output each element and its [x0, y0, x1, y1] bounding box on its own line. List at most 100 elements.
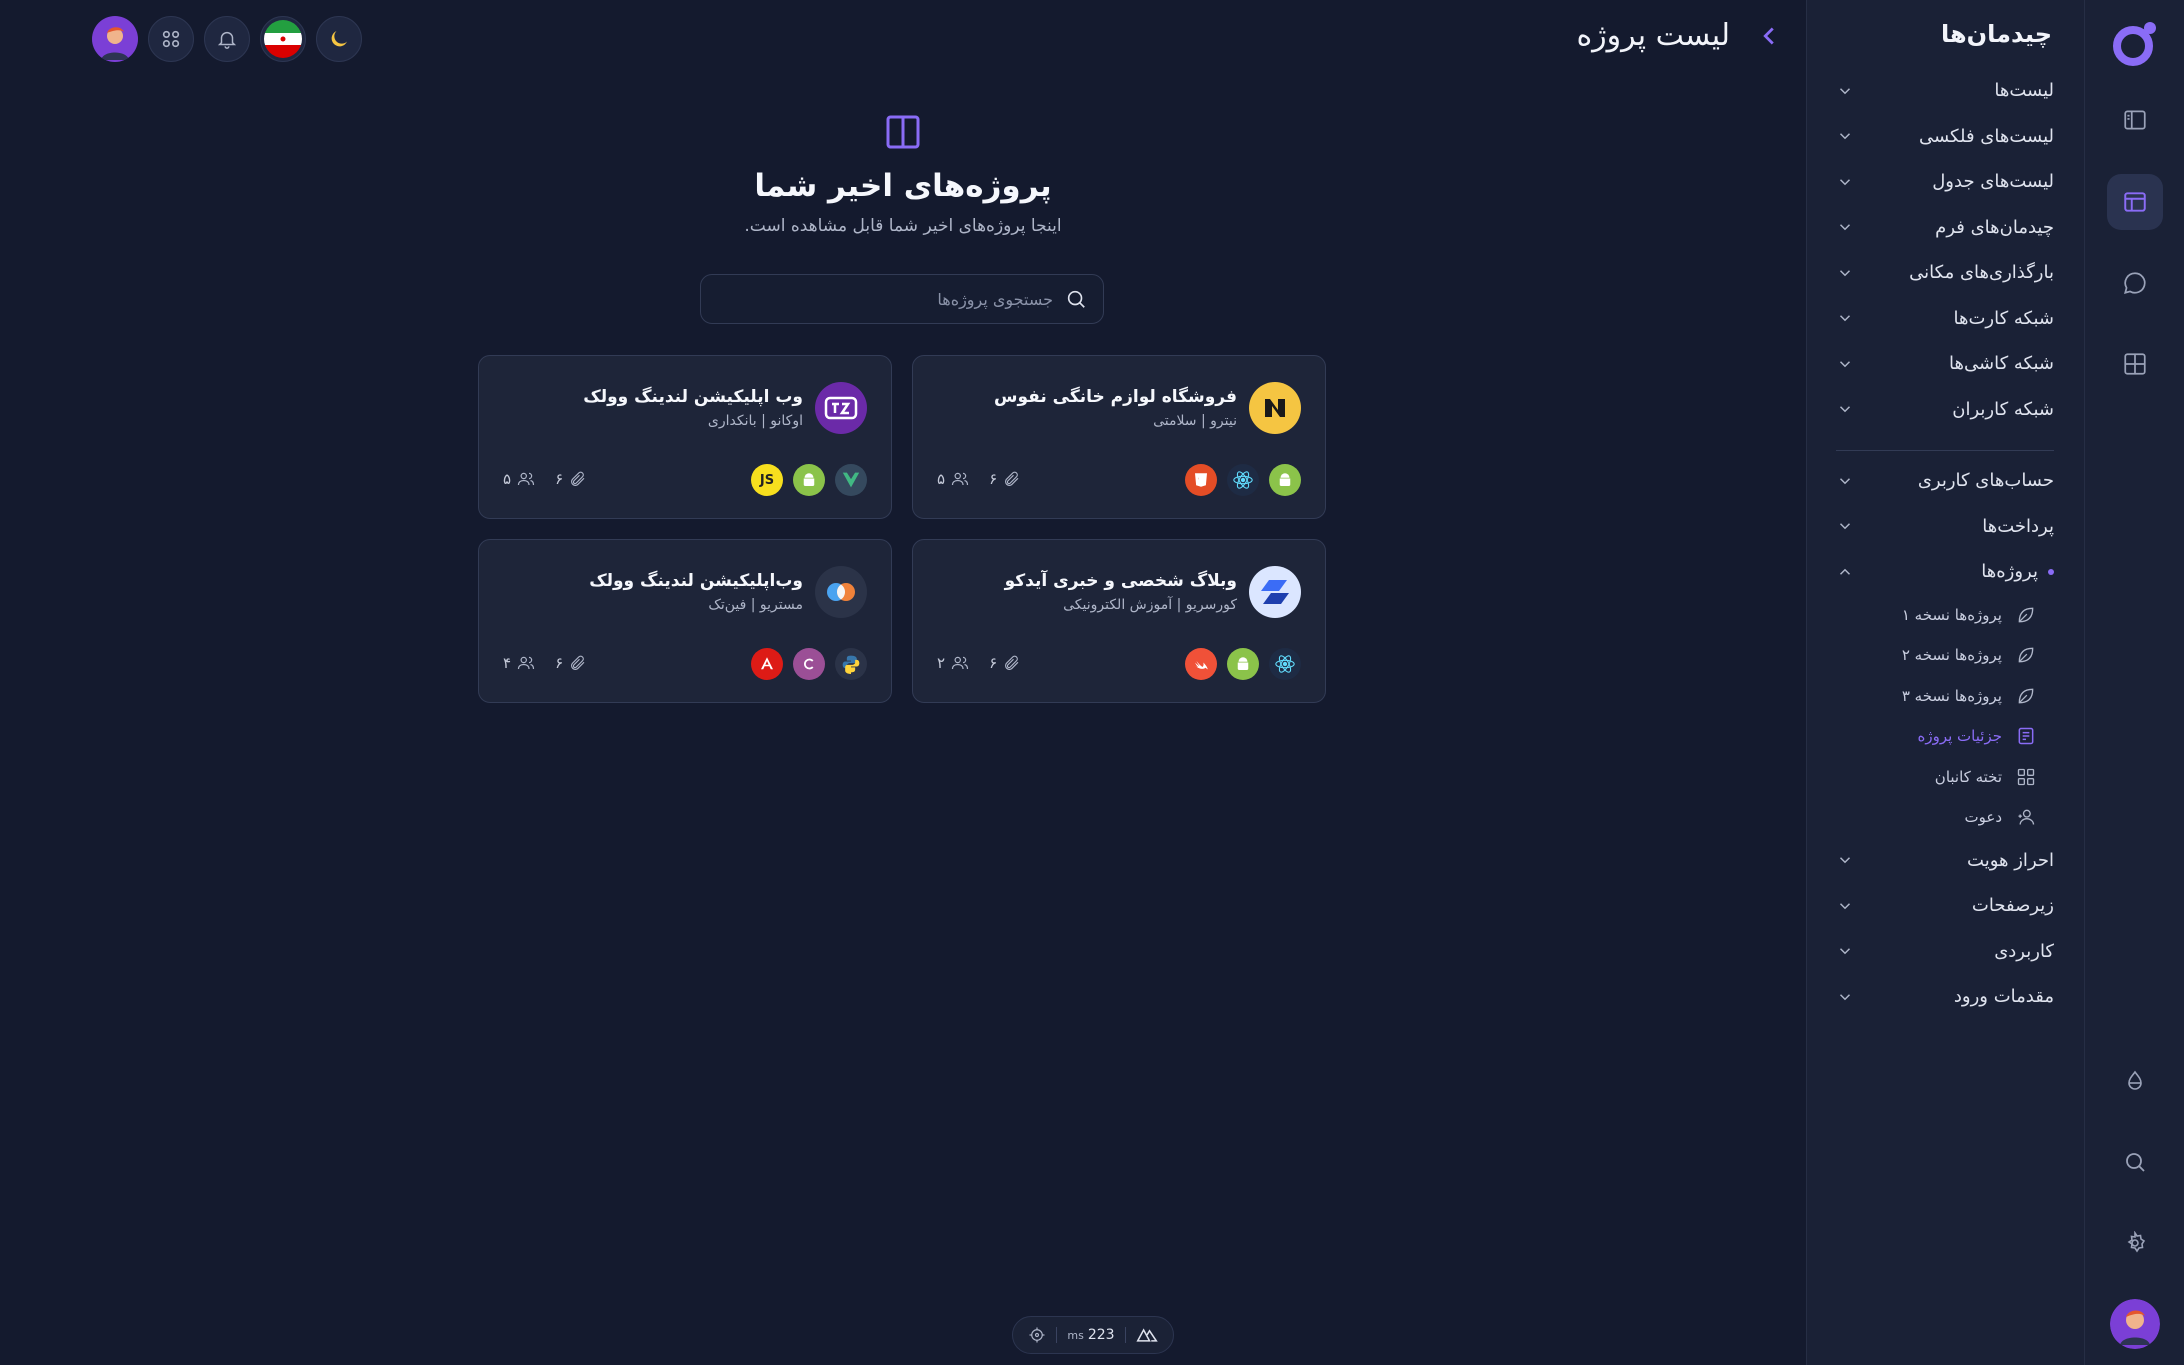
theme-drop-icon[interactable] [2107, 1053, 2163, 1109]
sidebar-subitem-project-details[interactable]: جزئیات پروژه [1836, 716, 2054, 757]
sidebar-subitem-label: دعوت [1964, 808, 2003, 827]
sidebar-toggle-icon[interactable] [2107, 92, 2163, 148]
card-text: وبلاگ شخصی و خبری آیدکو کورسریو | آموزش … [1005, 571, 1237, 613]
csharp-icon [793, 648, 825, 680]
dev-toolbar[interactable]: ms 223 [1012, 1316, 1174, 1354]
chevron-down-icon [1839, 360, 1851, 368]
sidebar-item-subpages[interactable]: زیرصفحات [1836, 883, 2054, 929]
project-meta: کورسریو | آموزش الکترونیکی [1063, 597, 1237, 613]
card-stats: ۵ ۶ [937, 470, 1021, 488]
sidebar-item-accounts[interactable]: حساب‌های کاربری [1836, 458, 2054, 504]
icon-rail [2084, 0, 2184, 1365]
notifications-button[interactable] [204, 16, 250, 62]
iran-flag-icon [264, 20, 302, 58]
members-stat: ۵ [937, 470, 969, 488]
sidebar-item-payments[interactable]: پرداخت‌ها [1836, 504, 2054, 550]
layouts-sidebar: چیدمان‌ها لیست‌ها لیست‌های فلکسی لیست‌ها… [1806, 0, 2084, 1365]
apps-button[interactable] [148, 16, 194, 62]
project-card[interactable]: فروشگاه لوازم خانگی نفوس نیترو | سلامتی … [912, 355, 1326, 519]
card-header: وب‌اپلیکیشن لندینگ وولک مستریو | فین‌تک [589, 566, 867, 618]
chevron-down-icon [1839, 269, 1851, 277]
sidebar-subitem-label: تخته کانبان [1934, 767, 2002, 786]
sidebar-item-user-grid[interactable]: شبکه کاربران [1836, 387, 2054, 433]
sidebar-item-label: لیست‌های جدول [1932, 171, 2054, 193]
project-card[interactable]: وب اپلیکیشن لندینگ وولک اوکانو | بانکدار… [478, 355, 892, 519]
sidebar-item-auth[interactable]: احراز هویت [1836, 838, 2054, 884]
sidebar-item-projects-wrap: پروژه‌ها [1981, 561, 2054, 582]
sidebar-item-placeloads[interactable]: بارگذاری‌های مکانی [1836, 250, 2054, 296]
sidebar-item-table-lists[interactable]: لیست‌های جدول [1836, 159, 2054, 205]
sidebar-subitem-projects-v2[interactable]: پروژه‌ها نسخه ۲ [1836, 635, 2054, 676]
sidebar-item-label: مقدمات ورود [1953, 986, 2054, 1008]
chevron-down-icon [1839, 133, 1851, 140]
sidebar-subitem-projects-v3[interactable]: پروژه‌ها نسخه ۳ [1836, 676, 2054, 717]
layouts-icon[interactable] [2106, 174, 2163, 230]
members-stat: ۴ [503, 654, 535, 672]
sidebar-item-onboarding[interactable]: مقدمات ورود [1836, 974, 2054, 1020]
sidebar-item-utility[interactable]: کاربردی [1836, 929, 2054, 975]
chevron-right-icon[interactable] [1754, 21, 1784, 51]
paperclip-icon [571, 471, 585, 486]
theme-toggle-button[interactable] [316, 16, 362, 62]
leaf-icon [2018, 647, 2034, 663]
divider [1124, 1327, 1126, 1343]
chevron-down-icon [1839, 87, 1851, 95]
page-header: لیست پروژه [1576, 18, 1784, 53]
tech-stack [751, 648, 867, 680]
sidebar-title: چیدمان‌ها [1941, 20, 2052, 48]
paperclip-icon [1005, 655, 1019, 670]
sidebar-subitem-label: پروژه‌ها نسخه ۳ [1901, 686, 2002, 705]
page-title: لیست پروژه [1576, 18, 1730, 53]
files-stat: ۶ [555, 470, 587, 488]
project-card[interactable]: وبلاگ شخصی و خبری آیدکو کورسریو | آموزش … [912, 539, 1326, 703]
members-count: ۵ [503, 470, 512, 488]
moon-icon [331, 31, 347, 47]
sidebar-item-projects[interactable]: پروژه‌ها [1836, 549, 2054, 595]
render-time-unit: ms [1067, 1329, 1084, 1342]
react-icon [1227, 464, 1259, 496]
hero-title: پروژه‌های اخیر شما [754, 168, 1052, 204]
search-icon [1067, 290, 1085, 308]
settings-gear-icon[interactable] [2107, 1215, 2163, 1271]
sidebar-subitem-kanban[interactable]: تخته کانبان [1836, 757, 2054, 798]
app-logo-icon[interactable] [2109, 18, 2161, 70]
chevron-down-icon [1839, 523, 1851, 530]
sidebar-item-label: کاربردی [1994, 940, 2054, 962]
search-input[interactable] [717, 289, 1053, 309]
nuxt-logo-icon[interactable] [1136, 1327, 1158, 1343]
sidebar-item-flex-lists[interactable]: لیست‌های فلکسی [1836, 114, 2054, 160]
android-icon [1269, 464, 1301, 496]
card-text: فروشگاه لوازم خانگی نفوس نیترو | سلامتی [994, 387, 1237, 429]
python-icon [835, 648, 867, 680]
project-name: فروشگاه لوازم خانگی نفوس [993, 387, 1237, 407]
hero-subtitle: اینجا پروژه‌های اخیر شما قابل مشاهده است… [744, 216, 1062, 236]
sidebar-item-label: زیرصفحات [1971, 895, 2054, 917]
project-logo-icon [1249, 382, 1301, 434]
dashboard-grid-icon[interactable] [2107, 336, 2163, 392]
search-icon[interactable] [2107, 1134, 2163, 1190]
chat-icon[interactable] [2107, 255, 2163, 311]
user-avatar[interactable] [2109, 1299, 2160, 1349]
members-stat: ۵ [503, 470, 535, 488]
language-button[interactable] [260, 16, 306, 62]
profile-avatar-button[interactable] [92, 16, 138, 62]
sidebar-bottom-menu: حساب‌های کاربری پرداخت‌ها پروژه‌ها پروژه… [1836, 458, 2054, 1020]
project-name: وبلاگ شخصی و خبری آیدکو [1004, 571, 1237, 591]
sidebar-subitem-projects-v1[interactable]: پروژه‌ها نسخه ۱ [1836, 595, 2054, 636]
active-bullet-icon [2048, 568, 2054, 575]
project-logo-icon [815, 566, 867, 618]
sidebar-subitem-invite[interactable]: دعوت [1836, 797, 2054, 838]
sidebar-item-lists[interactable]: لیست‌ها [1836, 68, 2054, 114]
columns-icon [886, 115, 920, 149]
sidebar-top-menu: لیست‌ها لیست‌های فلکسی لیست‌های جدول چید… [1836, 68, 2054, 432]
render-time: ms 223 [1067, 1327, 1114, 1343]
sidebar-item-tile-grid[interactable]: شبکه کاشی‌ها [1836, 341, 2054, 387]
sidebar-item-card-grid[interactable]: شبکه کارت‌ها [1836, 296, 2054, 342]
files-count: ۶ [555, 654, 564, 672]
project-search[interactable] [700, 274, 1104, 324]
files-stat: ۶ [989, 654, 1021, 672]
project-card[interactable]: وب‌اپلیکیشن لندینگ وولک مستریو | فین‌تک … [478, 539, 892, 703]
card-text: وب اپلیکیشن لندینگ وولک اوکانو | بانکدار… [583, 387, 803, 429]
crosshair-icon[interactable] [1028, 1326, 1046, 1344]
sidebar-item-form-layouts[interactable]: چیدمان‌های فرم [1836, 205, 2054, 251]
